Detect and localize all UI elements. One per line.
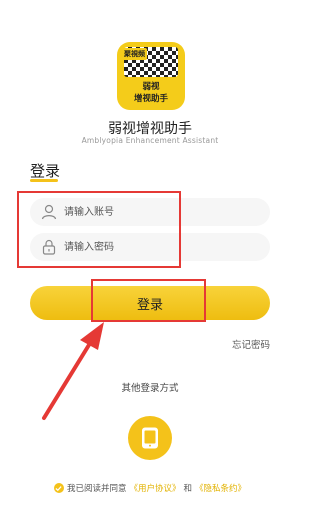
- agreement-checkbox[interactable]: [53, 483, 64, 493]
- login-heading: 登录: [30, 162, 61, 180]
- annotation-box-button: [91, 279, 206, 322]
- app-logo-line2: 增视助手: [133, 94, 168, 104]
- app-logo-badge: 聚視频: [122, 48, 147, 60]
- heading-underline: [30, 179, 58, 182]
- forgot-password-link[interactable]: 忘记密码: [232, 337, 270, 351]
- other-login-label: 其他登录方式: [121, 383, 179, 394]
- app-title: 弱视增视助手: [108, 121, 192, 137]
- agreement-row: 我已阅读并同意 《用户协议》 和 《隐私条约》: [0, 482, 300, 494]
- phone-login-button[interactable]: [128, 416, 172, 460]
- privacy-policy-link[interactable]: 《隐私条约》: [195, 482, 246, 494]
- annotation-arrow-icon: [42, 322, 104, 420]
- user-agreement-link[interactable]: 《用户协议》: [129, 482, 180, 494]
- agreement-and: 和: [183, 484, 193, 494]
- app-logo: 聚視频 弱视 增视助手: [117, 42, 185, 110]
- check-icon: [55, 485, 63, 491]
- phone-icon: [142, 427, 158, 449]
- app-logo-line1: 弱视: [142, 82, 160, 92]
- agreement-prefix: 我已阅读并同意: [66, 484, 127, 494]
- app-subtitle: Amblyopia Enhancement Assistant: [81, 136, 219, 145]
- annotation-box-fields: [17, 191, 181, 268]
